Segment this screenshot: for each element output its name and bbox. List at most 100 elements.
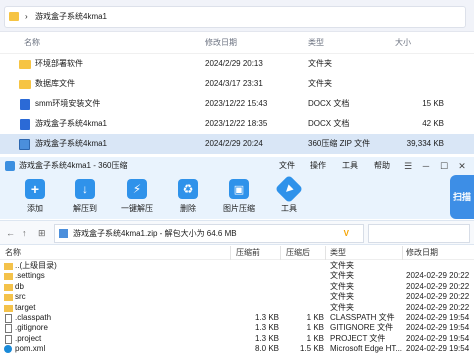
column-type[interactable]: 类型 (308, 32, 324, 54)
docx-icon (20, 99, 30, 110)
entry-original: 1 KB (306, 323, 324, 333)
zip-search-field[interactable] (368, 224, 470, 243)
zip-path-field[interactable]: 游戏盒子系统4kma1.zip - 解包大小为 64.6 MB V (54, 224, 364, 243)
entry-original: 1.5 KB (299, 344, 324, 354)
close-icon[interactable]: ✕ (452, 159, 472, 173)
entry-type: 文件夹 (330, 261, 354, 270)
up-icon[interactable]: ↑ (22, 228, 27, 238)
column-divider[interactable] (325, 246, 326, 260)
file-size: 39,334 KB (406, 139, 444, 148)
entry-date: 2024-02-29 19:54 (406, 344, 470, 354)
menu-file[interactable]: 文件 (279, 157, 295, 175)
list-view-icon[interactable]: ⊞ (38, 228, 46, 239)
zip-path-text: 游戏盒子系统4kma1.zip - 解包大小为 64.6 MB (73, 229, 237, 238)
column-date[interactable]: 修改日期 (205, 32, 237, 54)
scan-side-button[interactable]: 扫描 (450, 175, 474, 219)
zip-column-header: 名称 压缩前 压缩后 类型 修改日期 (0, 246, 474, 260)
file-row[interactable]: smm环境安装文件 2023/12/22 15:43 DOCX 文档 15 KB (0, 94, 474, 114)
entry-type: Microsoft Edge HT... (330, 344, 403, 354)
entry-name: target (15, 302, 36, 312)
delete-icon: ♻ (178, 179, 198, 199)
file-type: 文件夹 (308, 59, 332, 68)
minimize-icon[interactable]: ─ (416, 159, 436, 173)
image-compress-button[interactable]: ▣ 图片压缩 (219, 177, 259, 217)
delete-label: 删除 (180, 204, 196, 213)
entry-name: ..(上级目录) (15, 261, 57, 270)
menu-tools[interactable]: 工具 (342, 157, 358, 175)
column-name[interactable]: 名称 (24, 32, 40, 54)
one-click-extract-button[interactable]: ⚡ 一键解压 (117, 177, 157, 217)
entry-type: 文件夹 (330, 281, 354, 291)
column-date[interactable]: 修改日期 (406, 246, 438, 260)
folder-icon (19, 60, 31, 69)
zip-row[interactable]: target 文件夹 2024-02-29 20:22 (0, 303, 474, 313)
file-size: 42 KB (422, 119, 444, 128)
zip-icon (59, 229, 68, 238)
zip-toolbar: + 添加 ↓ 解压到 ⚡ 一键解压 ♻ 删除 ▣ 图片压缩 ▼ 工具 扫描 (0, 174, 474, 219)
entry-compressed: 1.3 KB (254, 323, 279, 333)
column-name[interactable]: 名称 (5, 246, 21, 260)
back-icon[interactable]: ← (6, 228, 15, 238)
column-original[interactable]: 压缩后 (286, 246, 310, 260)
add-icon: + (25, 179, 45, 199)
file-name: 数据库文件 (35, 79, 75, 88)
zip-path-bar: ← ↑ ⊞ 游戏盒子系统4kma1.zip - 解包大小为 64.6 MB V (0, 220, 474, 245)
file-type: DOCX 文档 (308, 99, 350, 108)
tools-button[interactable]: ▼ 工具 (269, 174, 309, 217)
column-size[interactable]: 大小 (395, 32, 411, 54)
column-type[interactable]: 类型 (330, 246, 346, 260)
file-type: 360压缩 ZIP 文件 (308, 139, 371, 148)
file-icon (5, 324, 12, 334)
delete-button[interactable]: ♻ 删除 (168, 177, 208, 217)
zip-row[interactable]: .project 1.3 KB 1 KB PROJECT 文件 2024-02-… (0, 334, 474, 344)
explorer-address-bar: › 游戏盒子系统4kma1 (0, 0, 474, 32)
entry-name: .gitignore (15, 323, 48, 333)
column-divider[interactable] (230, 246, 231, 260)
menu-help[interactable]: 帮助 (374, 157, 390, 175)
entry-type: 文件夹 (330, 271, 354, 281)
file-row[interactable]: 环境部署软件 2024/2/29 20:13 文件夹 (0, 54, 474, 74)
column-divider[interactable] (280, 246, 281, 260)
zip-row[interactable]: .classpath 1.3 KB 1 KB CLASSPATH 文件 2024… (0, 313, 474, 323)
entry-name: .project (15, 333, 42, 343)
folder-icon (4, 263, 13, 270)
entry-compressed: 8.0 KB (254, 344, 279, 354)
file-size: 15 KB (422, 99, 444, 108)
file-row[interactable]: 数据库文件 2024/3/17 23:31 文件夹 (0, 74, 474, 94)
column-compressed[interactable]: 压缩前 (236, 246, 260, 260)
maximize-icon[interactable]: ☐ (434, 159, 454, 173)
file-name: 环境部署软件 (35, 59, 83, 68)
zip-row[interactable]: src 文件夹 2024-02-29 20:22 (0, 292, 474, 302)
path-dropdown-icon[interactable]: V (344, 225, 349, 242)
window-title: 游戏盒子系统4kma1 - 360压缩 (19, 161, 128, 170)
zip-title-bar: 游戏盒子系统4kma1 - 360压缩 文件 操作 工具 帮助 ☰ ─ ☐ ✕ (0, 157, 474, 175)
column-divider[interactable] (402, 246, 403, 260)
breadcrumb[interactable]: 游戏盒子系统4kma1 (35, 7, 107, 27)
zip-row[interactable]: ..(上级目录) 文件夹 (0, 261, 474, 271)
address-box[interactable]: › 游戏盒子系统4kma1 (4, 6, 466, 28)
menu-action[interactable]: 操作 (310, 157, 326, 175)
zip-row[interactable]: pom.xml 8.0 KB 1.5 KB Microsoft Edge HT.… (0, 344, 474, 354)
file-row[interactable]: 游戏盒子系统4kma1 2023/12/22 18:35 DOCX 文档 42 … (0, 114, 474, 134)
file-name: 游戏盒子系统4kma1 (35, 139, 108, 148)
file-row-selected[interactable]: 游戏盒子系统4kma1 2024/2/29 20:24 360压缩 ZIP 文件… (0, 134, 474, 154)
entry-date: 2024-02-29 20:22 (406, 281, 470, 291)
skin-icon[interactable]: ☰ (398, 159, 418, 173)
entry-date: 2024-02-29 20:22 (406, 271, 470, 281)
extract-to-button[interactable]: ↓ 解压到 (65, 177, 105, 217)
image-compress-label: 图片压缩 (223, 204, 255, 213)
image-compress-icon: ▣ (229, 179, 249, 199)
one-click-extract-icon: ⚡ (127, 179, 147, 199)
entry-type: GITIGNORE 文件 (330, 323, 394, 333)
entry-type: 文件夹 (330, 292, 354, 302)
folder-icon (4, 294, 13, 302)
zip-row[interactable]: .gitignore 1.3 KB 1 KB GITIGNORE 文件 2024… (0, 323, 474, 334)
zip-row[interactable]: .settings 文件夹 2024-02-29 20:22 (0, 271, 474, 281)
entry-type: CLASSPATH 文件 (330, 313, 395, 322)
file-date: 2024/2/29 20:24 (205, 139, 263, 148)
entry-date: 2024-02-29 19:54 (406, 333, 470, 343)
add-button[interactable]: + 添加 (15, 177, 55, 217)
add-label: 添加 (27, 204, 43, 213)
zip-row[interactable]: db 文件夹 2024-02-29 20:22 (0, 282, 474, 292)
entry-original: 1 KB (306, 313, 324, 322)
